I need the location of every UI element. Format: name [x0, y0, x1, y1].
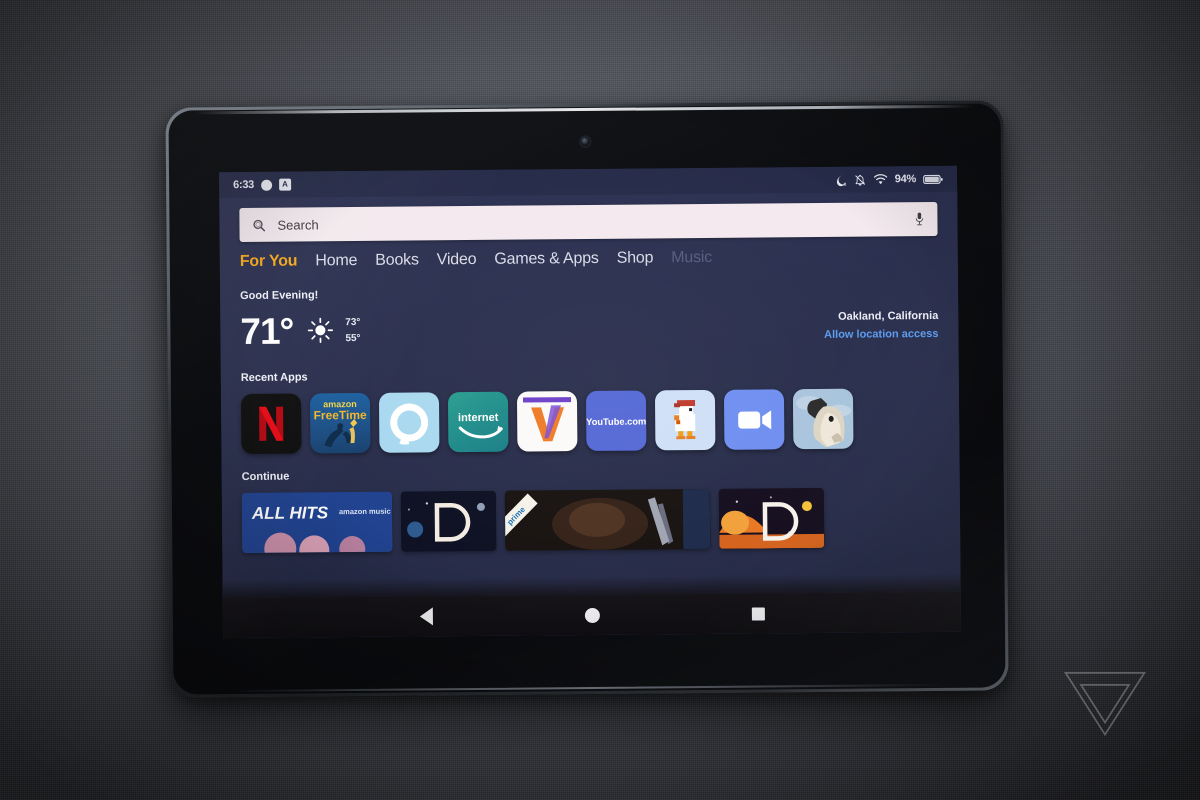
status-clock: 6:33: [233, 178, 254, 192]
svg-text:internet: internet: [458, 412, 499, 424]
svg-text:YouTube.com: YouTube.com: [586, 416, 646, 427]
tab-for-you[interactable]: For You: [240, 253, 298, 272]
freetime-logo-icon: amazon FreeTime: [314, 399, 368, 448]
svg-text:ALL HITS: ALL HITS: [251, 503, 329, 523]
tablet-bezel: 6:33 A x 94% Search For You Home Books V…: [168, 103, 1006, 695]
continue-heading: Continue: [241, 470, 290, 484]
battery-icon: [923, 174, 943, 184]
recents-button-icon[interactable]: [751, 606, 765, 621]
bezel-bottom-highlight: [233, 683, 946, 693]
home-screen: Search For You Home Books Video Games & …: [219, 191, 962, 639]
tab-home[interactable]: Home: [315, 252, 357, 270]
tab-music[interactable]: Music: [671, 249, 712, 267]
continue-row: ALL HITS amazon music prime: [241, 487, 940, 554]
all-hits-artwork: ALL HITS amazon music: [241, 491, 393, 554]
crossy-road-chicken-icon: [674, 400, 696, 440]
tab-shop[interactable]: Shop: [617, 249, 654, 267]
location-city: Oakland, California: [837, 309, 939, 323]
app-notification-badge-icon: A: [278, 178, 291, 191]
continue-card-amazon-music[interactable]: ALL HITS amazon music: [241, 491, 393, 554]
search-bar[interactable]: Search: [239, 201, 938, 243]
bezel-highlight: [194, 104, 975, 115]
svg-text:x: x: [843, 181, 846, 186]
notification-dot-icon: [260, 179, 272, 191]
location-block: Oakland, California Allow location acces…: [824, 309, 939, 341]
app-icon-amazon-internet[interactable]: internet: [447, 391, 509, 453]
search-icon: [253, 219, 266, 231]
netflix-logo-icon: [259, 406, 284, 441]
continue-card-space-poster-2[interactable]: [718, 487, 825, 549]
front-camera-icon: [580, 136, 590, 147]
app-icon-alexa[interactable]: [378, 392, 440, 453]
wifi-icon: [873, 174, 887, 185]
space-poster-artwork-2: [718, 487, 825, 549]
app-icon-amazon-freetime[interactable]: amazon FreeTime: [309, 392, 371, 454]
weather-widget[interactable]: 71° 73° 55° Oakland, California Allow lo…: [240, 301, 938, 355]
android-navigation-bar: [222, 591, 962, 639]
photo-scene: 6:33 A x 94% Search For You Home Books V…: [0, 0, 1200, 800]
search-input[interactable]: Search: [277, 212, 913, 232]
internet-logo-icon: internet: [458, 412, 503, 439]
temperature-high-low: 73° 55°: [345, 316, 360, 343]
home-button-icon[interactable]: [584, 607, 600, 623]
app-icon-youtube-com[interactable]: YouTube.com: [585, 390, 647, 452]
microphone-icon[interactable]: [913, 211, 925, 227]
status-bar-left: 6:33 A: [233, 178, 291, 192]
greeting-text: Good Evening!: [240, 289, 319, 303]
notifications-muted-icon: [854, 174, 865, 186]
goat-simulator-icon: [792, 388, 854, 450]
recent-apps-heading: Recent Apps: [240, 371, 308, 385]
tablet-device: 6:33 A x 94% Search For You Home Books V…: [165, 100, 1009, 698]
app-icon-zoom[interactable]: [723, 389, 785, 450]
youtube-com-logo-icon: YouTube.com: [586, 416, 646, 427]
zoom-logo-icon: [738, 410, 772, 430]
status-bar-right: x 94%: [834, 172, 944, 186]
back-button-icon[interactable]: [419, 607, 433, 626]
svg-text:FreeTime: FreeTime: [314, 408, 368, 422]
do-not-disturb-off-icon: x: [836, 175, 846, 186]
space-poster-artwork-1: [400, 490, 497, 552]
temperature-low: 55°: [345, 332, 361, 344]
recent-apps-row: amazon FreeTime internet YouTube.com: [240, 388, 939, 455]
tab-games-and-apps[interactable]: Games & Apps: [494, 250, 598, 269]
tablet-screen: 6:33 A x 94% Search For You Home Books V…: [219, 165, 962, 639]
continue-card-prime-video[interactable]: prime: [504, 488, 711, 551]
app-icon-crossy-road[interactable]: [654, 389, 716, 451]
app-icon-goat-simulator[interactable]: [792, 388, 854, 450]
the-verge-logo-icon: [1064, 672, 1146, 737]
tab-video[interactable]: Video: [437, 251, 477, 269]
app-icon-netflix[interactable]: [240, 393, 302, 455]
battery-percent: 94%: [894, 173, 917, 186]
category-tabs[interactable]: For You Home Books Video Games & Apps Sh…: [240, 247, 938, 277]
tab-books[interactable]: Books: [375, 251, 419, 269]
temperature-high: 73°: [345, 316, 361, 328]
svg-text:amazon music: amazon music: [339, 507, 391, 516]
sunny-icon: [307, 317, 333, 343]
app-icon-vudu[interactable]: [516, 391, 578, 452]
current-temperature: 71°: [240, 310, 294, 352]
continue-card-space-poster-1[interactable]: [400, 490, 497, 552]
vudu-logo-icon: [522, 397, 572, 442]
allow-location-access-link[interactable]: Allow location access: [824, 328, 938, 341]
prime-video-artwork: prime: [504, 488, 711, 551]
alexa-logo-icon: [390, 403, 429, 445]
